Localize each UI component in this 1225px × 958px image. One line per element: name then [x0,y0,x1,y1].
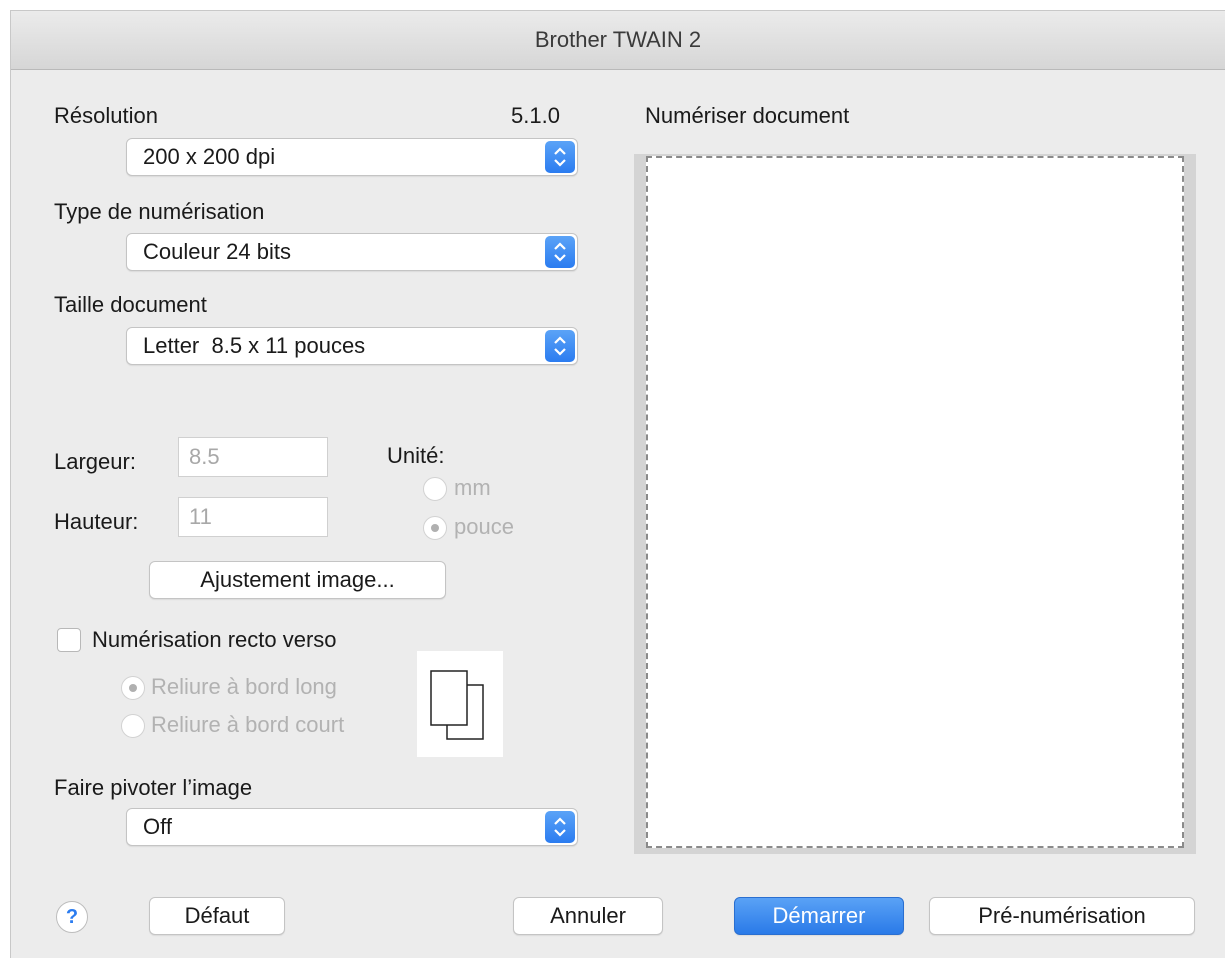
scan-region[interactable] [646,156,1184,848]
preview-label: Numériser document [645,103,850,128]
unit-mm-radio[interactable] [423,477,447,501]
width-field[interactable]: 8.5 [178,437,328,477]
version-label: 5.1.0 [511,103,560,128]
preview-area [634,154,1196,854]
doc-size-label: Taille document [54,292,207,317]
binding-short-label: Reliure à bord court [151,712,345,737]
binding-long-radio[interactable] [121,676,145,700]
resolution-value: 200 x 200 dpi [143,144,276,169]
image-adjust-button[interactable]: Ajustement image... [149,561,446,599]
unit-label: Unité: [387,443,445,468]
binding-long-label: Reliure à bord long [151,674,337,699]
start-button[interactable]: Démarrer [734,897,904,935]
height-field[interactable]: 11 [178,497,328,537]
rotate-label: Faire pivoter l’image [54,775,253,800]
updown-chevron-icon [545,141,575,173]
doc-size-value: Letter 8.5 x 11 pouces [143,333,366,358]
unit-mm-label: mm [454,475,491,500]
default-button[interactable]: Défaut [149,897,285,935]
scan-type-value: Couleur 24 bits [143,239,291,264]
doc-size-select[interactable]: Letter 8.5 x 11 pouces [126,327,578,365]
height-label: Hauteur: [54,509,139,534]
unit-inch-radio[interactable] [423,516,447,540]
scan-type-select[interactable]: Couleur 24 bits [126,233,578,271]
binding-short-radio[interactable] [121,714,145,738]
updown-chevron-icon [545,236,575,268]
rotate-value: Off [143,814,172,839]
window-title: Brother TWAIN 2 [11,11,1225,70]
resolution-label: Résolution [54,103,158,128]
scan-type-label: Type de numérisation [54,199,265,224]
scanner-dialog: Brother TWAIN 2 Résolution 5.1.0 200 x 2… [10,10,1225,958]
rotate-select[interactable]: Off [126,808,578,846]
help-button[interactable]: ? [56,901,88,933]
updown-chevron-icon [545,330,575,362]
width-label: Largeur: [54,449,136,474]
prescan-button[interactable]: Pré-numérisation [929,897,1195,935]
resolution-select[interactable]: 200 x 200 dpi [126,138,578,176]
updown-chevron-icon [545,811,575,843]
cancel-button[interactable]: Annuler [513,897,663,935]
duplex-checkbox[interactable] [57,628,81,652]
unit-inch-label: pouce [454,514,514,539]
duplex-pages-icon [417,651,503,757]
duplex-label: Numérisation recto verso [92,627,337,652]
